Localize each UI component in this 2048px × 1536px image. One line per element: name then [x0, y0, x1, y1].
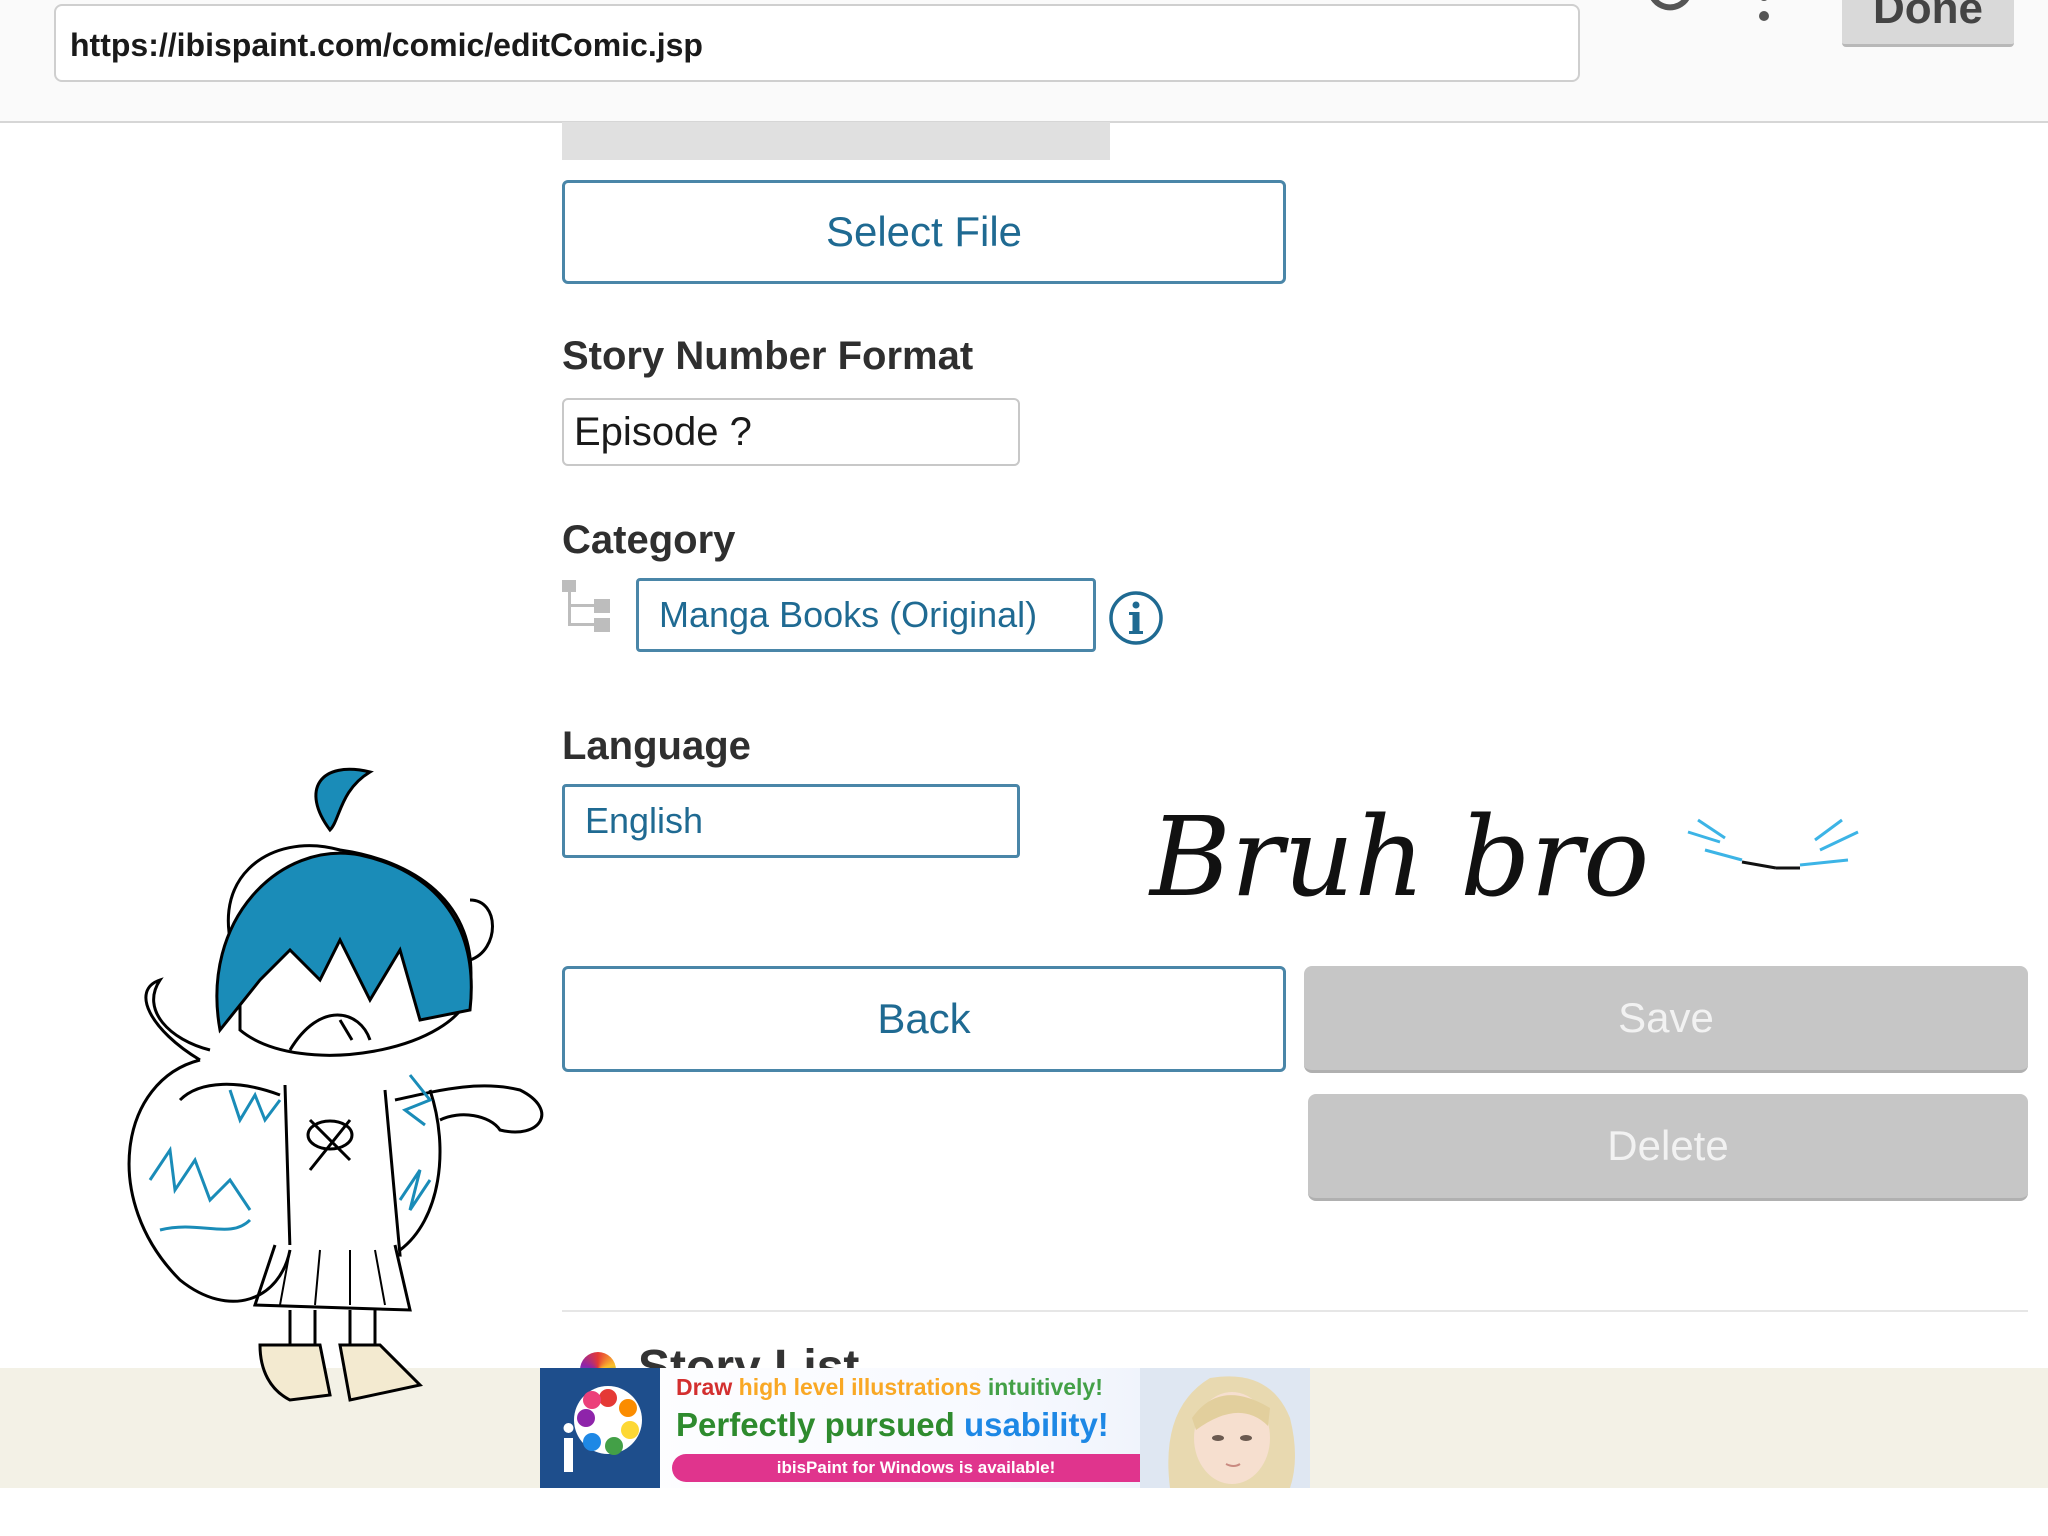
language-label: Language — [562, 724, 751, 768]
category-label: Category — [562, 518, 736, 562]
save-button[interactable]: Save — [1304, 966, 2028, 1073]
ad-banner[interactable]: Draw high level illustrations intuitivel… — [540, 1368, 1310, 1488]
story-number-format-input[interactable]: Episode ? — [562, 398, 1020, 466]
back-button[interactable]: Back — [562, 966, 1286, 1072]
done-button[interactable]: Done — [1842, 0, 2014, 47]
ad-character-portrait — [1140, 1368, 1310, 1488]
color-wheel-icon — [563, 1386, 642, 1472]
story-number-format-label: Story Number Format — [562, 334, 974, 378]
ad-windows-pill: ibisPaint for Windows is available! — [672, 1454, 1160, 1482]
ad-subheadline: Perfectly pursued usability! — [676, 1406, 1109, 1444]
reload-icon[interactable] — [1640, 0, 1700, 22]
ad-word-intuitively: intuitively! — [987, 1374, 1103, 1400]
more-options-icon[interactable] — [1754, 0, 1774, 30]
delete-button[interactable]: Delete — [1308, 1094, 2028, 1201]
section-divider — [562, 1310, 2028, 1312]
handwritten-bruh-bro: Bruh bro — [1148, 793, 1649, 921]
story-list-heading: Story List — [638, 1341, 860, 1370]
language-select[interactable]: English — [562, 784, 1020, 858]
ad-word-draw: Draw — [676, 1374, 733, 1400]
browser-toolbar: https://ibispaint.com/comic/editComic.js… — [0, 0, 2048, 123]
category-select[interactable]: Manga Books (Original) — [636, 578, 1096, 652]
category-tree-icon — [562, 580, 610, 632]
url-bar[interactable]: https://ibispaint.com/comic/editComic.js… — [54, 4, 1580, 82]
ad-word-perfectly: Perfectly pursued — [676, 1406, 955, 1443]
image-preview-placeholder — [562, 122, 1110, 160]
ibispaint-logo — [540, 1368, 660, 1488]
ad-headline: Draw high level illustrations intuitivel… — [676, 1374, 1103, 1401]
select-file-button[interactable]: Select File — [562, 180, 1286, 284]
ad-word-high-level: high level illustrations — [738, 1374, 982, 1400]
ad-word-usability: usability! — [963, 1406, 1109, 1443]
info-icon[interactable] — [1108, 590, 1164, 646]
